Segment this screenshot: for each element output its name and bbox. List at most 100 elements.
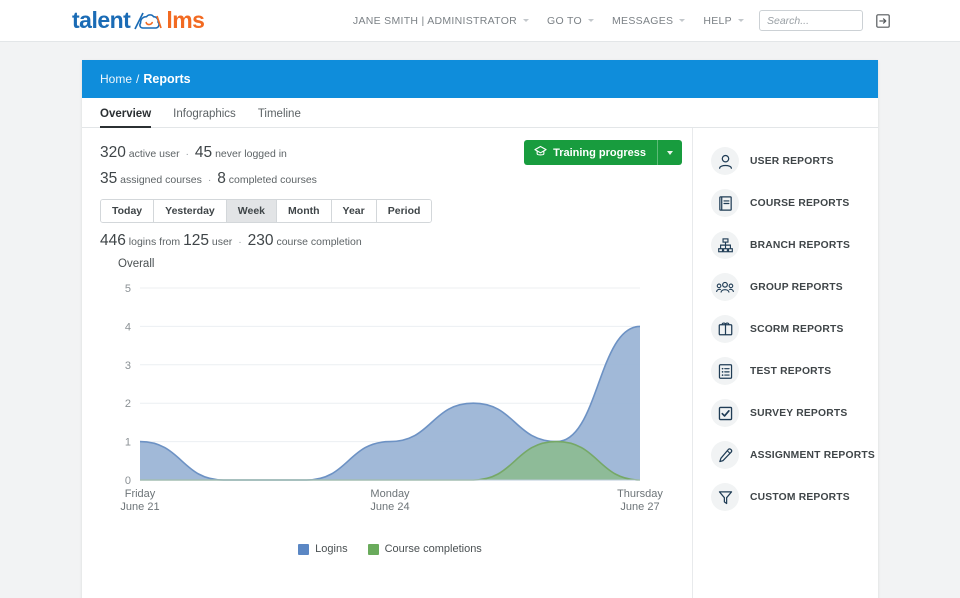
sidebar-item-assignment-reports[interactable]: ASSIGNMENT REPORTS	[693, 434, 878, 476]
chevron-down-icon	[679, 19, 685, 22]
reports-card: Home / Reports Overview Infographics Tim…	[82, 60, 878, 598]
sidebar-item-survey-reports[interactable]: SURVEY REPORTS	[693, 392, 878, 434]
overview-panel: 320 active user · 45 never logged in 35 …	[82, 128, 692, 598]
svg-text:1: 1	[125, 437, 131, 449]
training-progress-main[interactable]: Training progress	[524, 140, 657, 165]
logins-count: 446	[100, 232, 126, 249]
chevron-down-icon	[667, 151, 673, 155]
summary-line-logins: 446 logins from 125 user · 230 course co…	[100, 232, 692, 250]
svg-text:June 24: June 24	[370, 501, 409, 513]
book-icon	[711, 189, 739, 217]
svg-text:Friday: Friday	[125, 488, 156, 500]
nav-help-label: HELP	[703, 15, 732, 27]
period-today[interactable]: Today	[101, 200, 154, 222]
legend-label-course-completions: Course completions	[385, 543, 482, 555]
page-background: Home / Reports Overview Infographics Tim…	[0, 42, 960, 598]
sidebar-label-user-reports: USER REPORTS	[750, 156, 834, 167]
sidebar-label-test-reports: TEST REPORTS	[750, 366, 831, 377]
period-week[interactable]: Week	[227, 200, 277, 222]
period-year[interactable]: Year	[332, 200, 377, 222]
separator-dot: ·	[238, 236, 242, 248]
sidebar-item-branch-reports[interactable]: BRANCH REPORTS	[693, 224, 878, 266]
completed-courses-label: completed courses	[229, 174, 317, 186]
sidebar-item-course-reports[interactable]: COURSE REPORTS	[693, 182, 878, 224]
sidebar-item-user-reports[interactable]: USER REPORTS	[693, 140, 878, 182]
never-logged-count: 45	[195, 144, 212, 161]
pencil-icon	[711, 441, 739, 469]
nav-help[interactable]: HELP	[694, 15, 753, 27]
svg-text:Thursday: Thursday	[617, 488, 663, 500]
top-nav-items: JANE SMITH | ADMINISTRATOR GO TO MESSAGE…	[344, 10, 890, 31]
separator-dot: ·	[208, 174, 212, 186]
nav-messages-label: MESSAGES	[612, 15, 673, 27]
overall-chart: Overall 012345FridayJune 21MondayJune 24…	[100, 258, 692, 555]
search-input[interactable]	[759, 10, 863, 31]
period-yesterday[interactable]: Yesterday	[154, 200, 227, 222]
chevron-down-icon	[523, 19, 529, 22]
training-progress-label: Training progress	[553, 147, 646, 159]
card-content: 320 active user · 45 never logged in 35 …	[82, 128, 878, 598]
nav-user-account-label: JANE SMITH | ADMINISTRATOR	[353, 15, 517, 27]
talentlms-logo[interactable]: talent lms	[72, 7, 204, 34]
course-completion-label: course completion	[276, 236, 361, 248]
sidebar-item-test-reports[interactable]: TEST REPORTS	[693, 350, 878, 392]
nav-go-to-label: GO TO	[547, 15, 582, 27]
sidebar-label-custom-reports: CUSTOM REPORTS	[750, 492, 850, 503]
legend-item-logins: Logins	[298, 543, 347, 555]
active-user-label: active user	[129, 148, 180, 160]
breadcrumb-home[interactable]: Home	[100, 72, 132, 86]
sitemap-icon	[711, 231, 739, 259]
sidebar-item-group-reports[interactable]: GROUP REPORTS	[693, 266, 878, 308]
svg-text:2: 2	[125, 398, 131, 410]
summary-line-courses: 35 assigned courses · 8 completed course…	[100, 170, 692, 188]
svg-text:4: 4	[125, 321, 131, 333]
graduation-cap-icon	[534, 145, 547, 161]
logins-user-label: user	[212, 236, 232, 248]
tab-timeline[interactable]: Timeline	[258, 108, 301, 127]
logout-icon[interactable]	[876, 14, 890, 28]
nav-user-account[interactable]: JANE SMITH | ADMINISTRATOR	[344, 15, 538, 27]
cloud-smile-icon	[131, 10, 165, 32]
tab-overview[interactable]: Overview	[100, 108, 151, 127]
tab-infographics[interactable]: Infographics	[173, 108, 236, 127]
training-progress-dropdown[interactable]	[657, 140, 682, 165]
checklist-icon	[711, 357, 739, 385]
separator-dot: ·	[186, 148, 190, 160]
period-month[interactable]: Month	[277, 200, 332, 222]
svg-text:June 27: June 27	[620, 501, 659, 513]
checkbox-icon	[711, 399, 739, 427]
nav-messages[interactable]: MESSAGES	[603, 15, 694, 27]
sidebar-label-assignment-reports: ASSIGNMENT REPORTS	[750, 450, 875, 461]
sidebar-item-scorm-reports[interactable]: SCORM REPORTS	[693, 308, 878, 350]
svg-text:June 21: June 21	[120, 501, 159, 513]
course-completion-count: 230	[248, 232, 274, 249]
funnel-icon	[711, 483, 739, 511]
period-period[interactable]: Period	[377, 200, 432, 222]
svg-text:Monday: Monday	[370, 488, 410, 500]
breadcrumb: Home / Reports	[82, 60, 878, 98]
sidebar-label-scorm-reports: SCORM REPORTS	[750, 324, 844, 335]
chart-title: Overall	[118, 258, 692, 270]
user-icon	[711, 147, 739, 175]
svg-text:3: 3	[125, 360, 131, 372]
logins-from-label: logins from	[129, 236, 180, 248]
sidebar-item-custom-reports[interactable]: CUSTOM REPORTS	[693, 476, 878, 518]
nav-go-to[interactable]: GO TO	[538, 15, 603, 27]
svg-text:5: 5	[125, 283, 131, 295]
assigned-courses-label: assigned courses	[120, 174, 202, 186]
legend-swatch-logins	[298, 544, 309, 555]
chart-canvas: 012345FridayJune 21MondayJune 24Thursday…	[100, 274, 670, 524]
legend-swatch-course-completions	[368, 544, 379, 555]
breadcrumb-separator: /	[136, 72, 139, 86]
legend-item-course-completions: Course completions	[368, 543, 482, 555]
active-user-count: 320	[100, 144, 126, 161]
tab-bar: Overview Infographics Timeline	[82, 98, 878, 128]
group-icon	[711, 273, 739, 301]
never-logged-label: never logged in	[215, 148, 287, 160]
sidebar-label-course-reports: COURSE REPORTS	[750, 198, 850, 209]
assigned-courses-count: 35	[100, 170, 117, 187]
chevron-down-icon	[738, 19, 744, 22]
legend-label-logins: Logins	[315, 543, 347, 555]
training-progress-button[interactable]: Training progress	[524, 140, 682, 165]
sidebar-label-branch-reports: BRANCH REPORTS	[750, 240, 850, 251]
